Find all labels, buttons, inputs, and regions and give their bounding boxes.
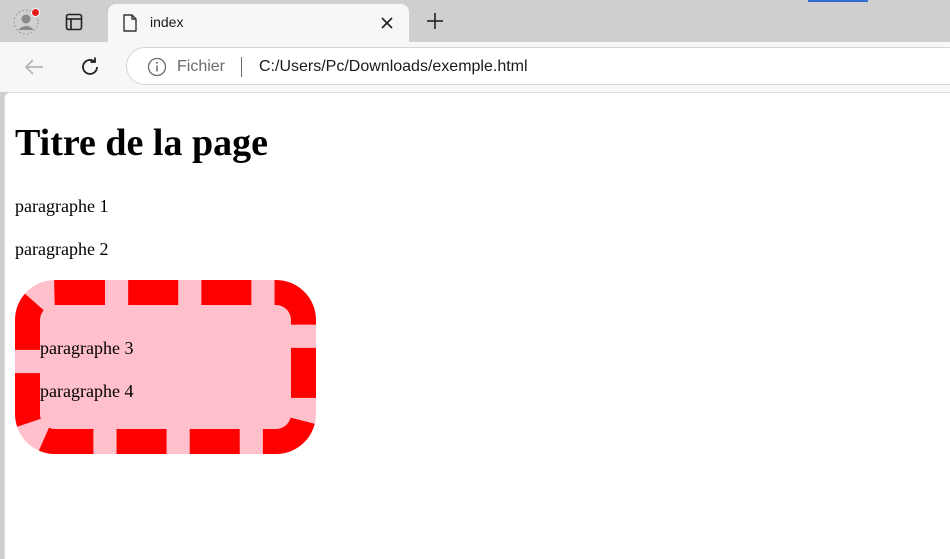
site-info-label[interactable]: Fichier [177, 58, 225, 76]
paragraph-2: paragraphe 2 [15, 239, 109, 259]
reload-button[interactable] [76, 53, 104, 81]
tab-close-button[interactable] [377, 13, 397, 33]
tab-index[interactable]: index [108, 4, 409, 42]
address-bar[interactable]: Fichier C:/Users/Pc/Downloads/exemple.ht… [126, 47, 950, 85]
tab-actions-button[interactable] [58, 6, 90, 38]
dashed-box: paragraphe 3 paragraphe 4 [15, 280, 316, 454]
paragraph-3: paragraphe 3 [40, 338, 134, 358]
reload-icon [82, 57, 98, 75]
tab-strip: index [0, 0, 950, 42]
info-icon[interactable] [147, 57, 167, 77]
address-divider [241, 57, 242, 77]
back-button[interactable] [20, 53, 48, 81]
tab-title: index [150, 14, 184, 30]
profile-button[interactable] [10, 6, 42, 38]
paragraph-4: paragraphe 4 [40, 381, 134, 401]
back-arrow-icon [24, 59, 43, 75]
browser-window: index Fichier C:/Users/Pc/Downloads/exem… [0, 0, 950, 559]
tab-actions-icon [65, 13, 83, 31]
plus-icon [427, 13, 443, 29]
notification-dot [31, 8, 40, 17]
page-viewport: Titre de la page paragraphe 1 paragraphe… [4, 92, 950, 559]
window-accent-line [808, 0, 868, 2]
new-tab-button[interactable] [420, 6, 450, 36]
url-text[interactable]: C:/Users/Pc/Downloads/exemple.html [259, 58, 528, 76]
paragraph-1: paragraphe 1 [15, 196, 109, 216]
page-heading: Titre de la page [15, 122, 268, 164]
navigation-toolbar: Fichier C:/Users/Pc/Downloads/exemple.ht… [0, 42, 950, 92]
close-icon [381, 17, 393, 29]
page-icon [123, 14, 137, 32]
